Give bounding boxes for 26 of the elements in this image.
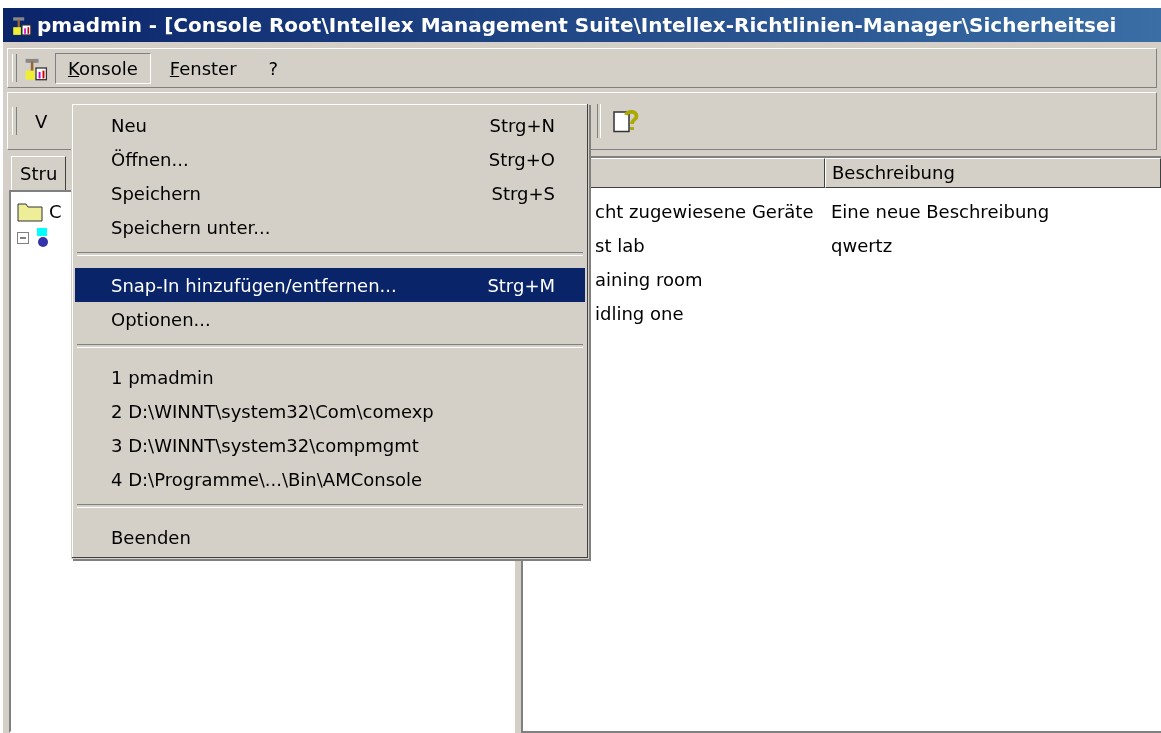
column-header[interactable]: Beschreibung — [825, 158, 1161, 188]
menu-item[interactable]: Snap-In hinzufügen/entfernen... Strg+M — [75, 268, 585, 302]
menu-item[interactable]: Beenden — [75, 520, 585, 554]
menu-title[interactable]: Konsole — [55, 52, 151, 84]
menu-item[interactable]: 2 D:\WINNT\system32\Com\comexp — [75, 394, 585, 428]
menu-item[interactable]: 1 pmadmin — [75, 360, 585, 394]
folder-icon — [17, 200, 43, 222]
menu-item[interactable]: Optionen... — [75, 302, 585, 336]
hammer-app-icon — [11, 14, 33, 36]
list-cell-text: idling one — [594, 302, 685, 324]
list-cell-text: qwertz — [830, 234, 893, 256]
menu-item[interactable]: 3 D:\WINNT\system32\compmgmt — [75, 428, 585, 462]
tree-item[interactable]: C — [49, 200, 62, 222]
list-cell-text: Eine neue Beschreibung — [830, 200, 1050, 222]
menu-item[interactable]: Speichern Strg+S — [75, 176, 585, 210]
menu-title[interactable]: Fenster — [156, 52, 250, 84]
collapse-box-icon[interactable] — [17, 232, 29, 244]
menu-item[interactable]: Öffnen... Strg+O — [75, 142, 585, 176]
window-title-text: pmadmin - [Console Root\Intellex Management Suite\Intellex-Richtlinien-Manager\Sicherheitsei — [37, 13, 1117, 37]
list-cell-text: st lab — [594, 234, 646, 256]
tree-tab[interactable]: Stru — [11, 156, 67, 190]
list-cell-text: cht zugewiesene Geräte — [594, 200, 815, 222]
menu-title[interactable]: ? — [255, 52, 292, 84]
menu-item[interactable]: Neu Strg+N — [75, 108, 585, 142]
menu-item[interactable]: Speichern unter... — [75, 210, 585, 244]
menu-item[interactable]: 4 D:\Programme\...\Bin\AMConsole — [75, 462, 585, 496]
